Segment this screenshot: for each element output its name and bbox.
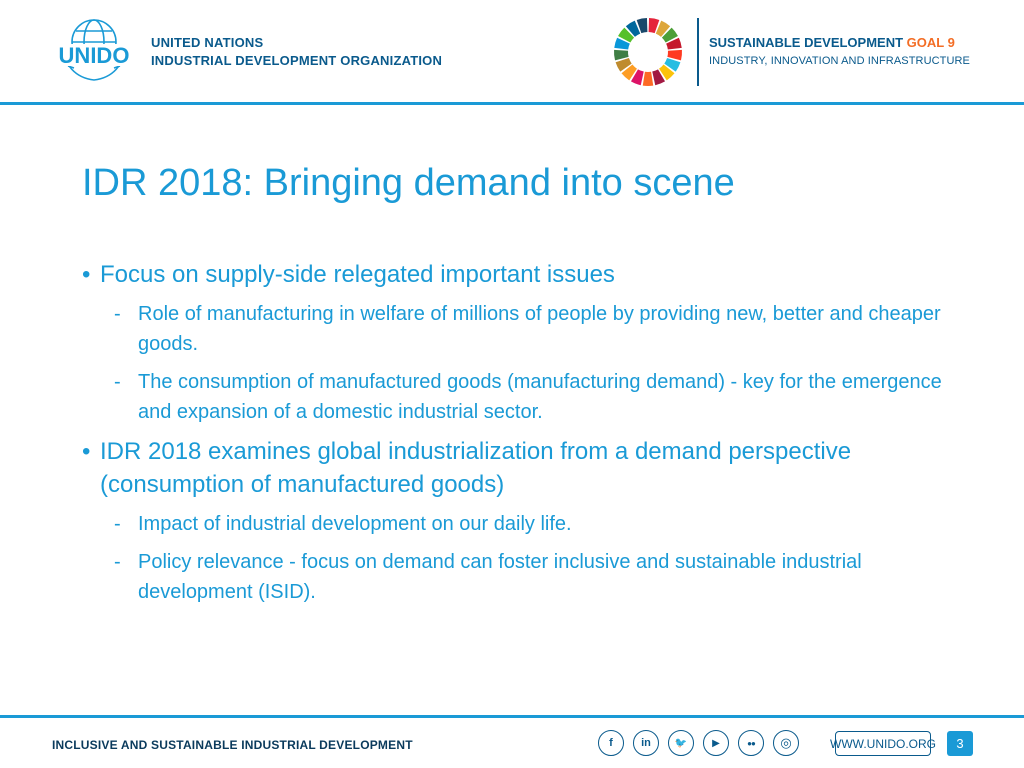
header-rule xyxy=(0,102,1024,105)
sdg-wheel-segment xyxy=(642,71,654,86)
sdg-wheel-segment xyxy=(614,49,629,61)
slide-body: • Focus on supply-side relegated importa… xyxy=(82,258,962,607)
youtube-icon[interactable]: ▶ xyxy=(703,730,729,756)
footer-rule xyxy=(0,715,1024,718)
sdg-title: SUSTAINABLE DEVELOPMENT xyxy=(709,35,907,50)
social-links: f in 🐦 ▶ ●● ◎ xyxy=(598,730,799,758)
sub-bullet-text: The consumption of manufactured goods (m… xyxy=(138,371,942,423)
flickr-icon[interactable]: ●● xyxy=(738,730,764,756)
unido-logo: UNIDO xyxy=(58,19,130,81)
bullet-text: Focus on supply-side relegated important… xyxy=(100,261,615,288)
facebook-icon[interactable]: f xyxy=(598,730,624,756)
bullet-item: • IDR 2018 examines global industrializa… xyxy=(82,435,962,501)
slide-title: IDR 2018: Bringing demand into scene xyxy=(82,162,735,204)
website-link[interactable]: WWW.UNIDO.ORG xyxy=(830,731,936,756)
sub-bullet-item: - Impact of industrial development on ou… xyxy=(82,509,962,539)
sub-bullet-mark: - xyxy=(114,303,121,325)
sdg-wheel-icon xyxy=(614,18,682,86)
footer-tagline: INCLUSIVE AND SUSTAINABLE INDUSTRIAL DEV… xyxy=(52,738,413,752)
sdg-wheel-segment xyxy=(667,49,682,61)
page-number: 3 xyxy=(947,731,973,756)
header: UNIDO UNITED NATIONS INDUSTRIAL DEVELOPM… xyxy=(0,0,1024,104)
sdg-goal-number: GOAL 9 xyxy=(906,35,955,50)
bullet-text: IDR 2018 examines global industrializati… xyxy=(100,438,852,498)
instagram-icon[interactable]: ◎ xyxy=(773,730,799,756)
bullet-item: • Focus on supply-side relegated importa… xyxy=(82,258,962,291)
sub-bullet-text: Policy relevance - focus on demand can f… xyxy=(138,551,862,603)
unido-logo-text: UNIDO xyxy=(59,43,130,68)
sub-bullet-item: - The consumption of manufactured goods … xyxy=(82,367,962,427)
sub-bullet-item: - Role of manufacturing in welfare of mi… xyxy=(82,299,962,359)
sub-bullet-mark: - xyxy=(114,551,121,573)
sdg-divider xyxy=(697,18,699,86)
sub-bullet-item: - Policy relevance - focus on demand can… xyxy=(82,547,962,607)
sdg-goal-label: SUSTAINABLE DEVELOPMENT GOAL 9 INDUSTRY,… xyxy=(709,34,970,70)
sub-bullet-mark: - xyxy=(114,371,121,393)
sub-bullet-mark: - xyxy=(114,513,121,535)
org-line-2: INDUSTRIAL DEVELOPMENT ORGANIZATION xyxy=(151,53,443,68)
sdg-goal-subtitle: INDUSTRY, INNOVATION AND INFRASTRUCTURE xyxy=(709,55,970,67)
linkedin-icon[interactable]: in xyxy=(633,730,659,756)
sub-bullet-text: Role of manufacturing in welfare of mill… xyxy=(138,303,941,355)
org-line-1: UNITED NATIONS xyxy=(151,35,264,50)
twitter-icon[interactable]: 🐦 xyxy=(668,730,694,756)
sub-bullet-text: Impact of industrial development on our … xyxy=(138,513,572,535)
org-name: UNITED NATIONS INDUSTRIAL DEVELOPMENT OR… xyxy=(151,34,442,70)
bullet-mark: • xyxy=(82,261,91,288)
bullet-mark: • xyxy=(82,438,91,465)
